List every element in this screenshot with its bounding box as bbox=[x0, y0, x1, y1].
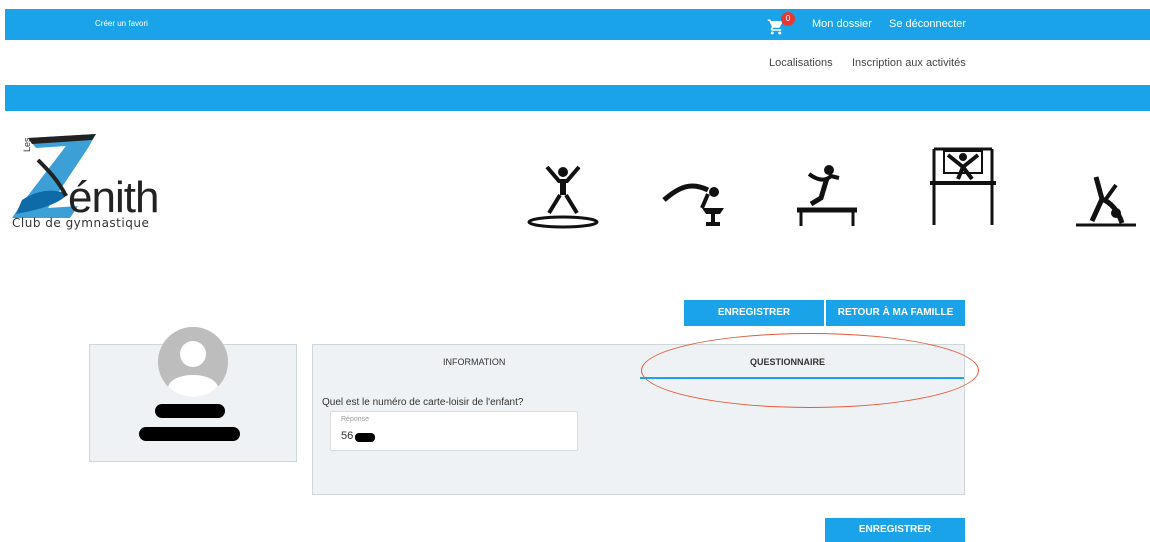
redacted-name-line-2 bbox=[139, 427, 240, 441]
club-logo[interactable]: Les énith Club de gymnastique bbox=[8, 130, 208, 230]
uneven-bars-icon bbox=[930, 147, 996, 225]
redacted-answer bbox=[355, 433, 375, 442]
answer-field-label: Réponse bbox=[341, 416, 370, 423]
tab-questionnaire[interactable]: QUESTIONNAIRE bbox=[750, 357, 825, 367]
vault-icon bbox=[662, 183, 724, 226]
answer-field-value: 56 bbox=[341, 430, 354, 442]
avatar bbox=[158, 327, 228, 397]
save-button[interactable]: ENREGISTRER bbox=[684, 300, 824, 326]
trampoline-icon bbox=[527, 165, 599, 229]
cart-count-badge: 0 bbox=[781, 12, 795, 26]
redacted-name bbox=[155, 404, 225, 418]
logout-link[interactable]: Se déconnecter bbox=[889, 18, 966, 30]
question-label: Quel est le numéro de carte-loisir de l'… bbox=[322, 397, 524, 408]
create-favorite-link[interactable]: Créer un favori bbox=[95, 19, 148, 28]
nav-locations[interactable]: Localisations bbox=[769, 57, 833, 69]
back-to-family-button[interactable]: RETOUR À MA FAMILLE bbox=[826, 300, 965, 326]
my-file-link[interactable]: Mon dossier bbox=[812, 18, 872, 30]
top-bar: Créer un favori 0 Mon dossier Se déconne… bbox=[5, 9, 1150, 40]
member-details-panel: INFORMATION QUESTIONNAIRE Quel est le nu… bbox=[312, 344, 965, 495]
blue-banner bbox=[5, 85, 1150, 111]
logo-les-text: Les bbox=[22, 137, 32, 152]
nav-activities-registration[interactable]: Inscription aux activités bbox=[852, 57, 966, 69]
user-avatar-icon bbox=[158, 327, 228, 397]
save-bottom-button[interactable]: ENREGISTRER bbox=[825, 518, 965, 542]
logo-subtitle: Club de gymnastique bbox=[12, 216, 150, 230]
cart-button[interactable]: 0 bbox=[767, 12, 795, 35]
balance-beam-icon bbox=[797, 165, 857, 226]
answer-field[interactable]: Réponse 56 bbox=[330, 411, 578, 451]
tab-information[interactable]: INFORMATION bbox=[443, 357, 505, 367]
active-tab-indicator bbox=[640, 377, 964, 379]
floor-cartwheel-icon bbox=[1076, 176, 1136, 227]
